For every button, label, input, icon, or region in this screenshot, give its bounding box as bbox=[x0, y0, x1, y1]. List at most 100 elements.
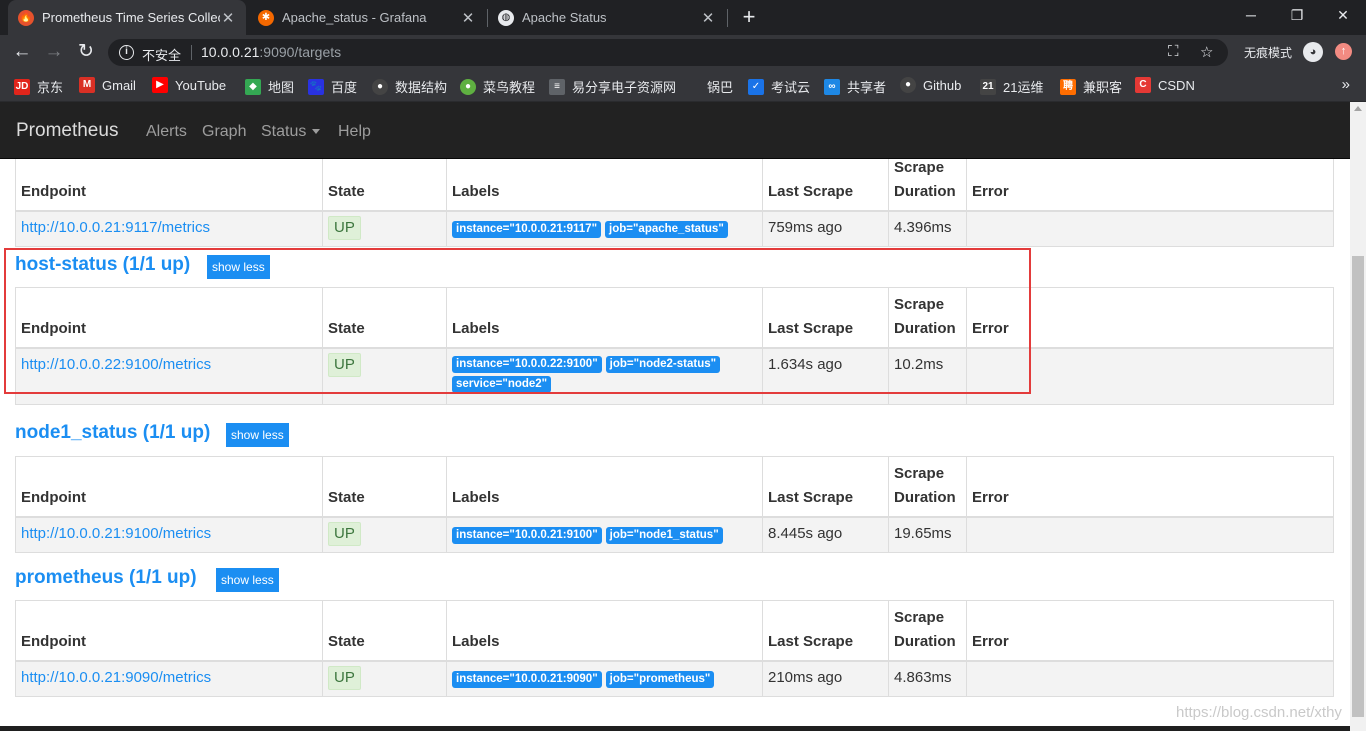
endpoint-cell: http://10.0.0.21:9090/metrics bbox=[15, 660, 323, 697]
error-cell bbox=[966, 516, 1334, 553]
bottom-edge bbox=[0, 726, 1350, 731]
bookmark-maps[interactable]: ◆ 地图 bbox=[245, 77, 294, 96]
bookmark-jianzhike[interactable]: 聘兼职客 bbox=[1060, 77, 1122, 96]
endpoint-link[interactable]: http://10.0.0.21:9090/metrics bbox=[21, 669, 211, 686]
bookmark-gongxiangzhe[interactable]: ∞ 共享者 bbox=[824, 77, 886, 96]
table-row: http://10.0.0.21:9100/metrics UP instanc… bbox=[15, 516, 1334, 553]
bookmark-guoba[interactable]: 锅巴 bbox=[684, 77, 733, 96]
new-tab-button[interactable]: + bbox=[737, 4, 761, 30]
bookmark-csdn[interactable]: C CSDN bbox=[1135, 77, 1195, 93]
tab-apache-status[interactable]: ◍ Apache Status ✕ bbox=[488, 0, 726, 35]
state-cell: UP bbox=[322, 660, 447, 697]
show-less-button[interactable]: show less bbox=[216, 568, 279, 592]
bookmark-star-icon[interactable]: ☆ bbox=[1200, 43, 1213, 61]
bookmark-label: Github bbox=[923, 77, 962, 93]
csdn-icon: C bbox=[1135, 77, 1151, 93]
label-badge: job="node1_status" bbox=[605, 527, 723, 544]
col-endpoint: Endpoint bbox=[15, 600, 323, 662]
maximize-button[interactable]: ❐ bbox=[1274, 0, 1320, 30]
table-row: http://10.0.0.21:9117/metrics UP instanc… bbox=[15, 210, 1334, 247]
security-indicator[interactable]: 不安全 bbox=[142, 45, 181, 64]
runoob-icon: ● bbox=[460, 78, 476, 95]
baidu-icon: 🐾 bbox=[308, 78, 324, 95]
address-divider bbox=[191, 45, 192, 60]
bookmark-jd[interactable]: JD 京东 bbox=[14, 77, 63, 96]
col-state: State bbox=[322, 600, 447, 662]
url-path: :9090/targets bbox=[259, 44, 342, 60]
tab-title: Apache_status - Grafana bbox=[282, 10, 427, 25]
nav-graph[interactable]: Graph bbox=[202, 123, 246, 141]
bookmark-label: 共享者 bbox=[847, 80, 887, 95]
forward-button[interactable]: → bbox=[41, 39, 67, 65]
youtube-icon: ▶ bbox=[152, 77, 168, 93]
translate-icon[interactable]: ⛶ bbox=[1168, 43, 1179, 60]
share-icon: ∞ bbox=[824, 78, 840, 95]
caret-down-icon bbox=[312, 129, 321, 135]
reload-button[interactable]: ↻ bbox=[73, 39, 99, 65]
last-scrape-cell: 210ms ago bbox=[762, 660, 889, 697]
endpoint-link[interactable]: http://10.0.0.21:9100/metrics bbox=[21, 525, 211, 542]
site-info-icon[interactable]: i bbox=[119, 45, 134, 60]
bookmark-runoob[interactable]: ● 菜鸟教程 bbox=[460, 77, 535, 96]
close-window-button[interactable]: ✕ bbox=[1320, 0, 1366, 30]
minimize-button[interactable]: ─ bbox=[1228, 0, 1274, 30]
bookmark-gmail[interactable]: M Gmail bbox=[79, 77, 136, 93]
label-badge: job="apache_status" bbox=[605, 221, 728, 238]
brand-link[interactable]: Prometheus bbox=[16, 120, 118, 142]
state-badge: UP bbox=[328, 522, 361, 546]
job-title-node1-status[interactable]: node1_status (1/1 up) bbox=[15, 422, 210, 444]
bookmark-yifenxiang[interactable]: ≡ 易分享电子资源网 bbox=[549, 77, 676, 96]
col-labels: Labels bbox=[446, 287, 763, 349]
bookmark-kaoshiyun[interactable]: ✓ 考试云 bbox=[748, 77, 810, 96]
nav-status[interactable]: Status bbox=[261, 123, 321, 141]
show-less-button[interactable]: show less bbox=[226, 423, 289, 447]
maps-icon: ◆ bbox=[245, 78, 261, 95]
col-endpoint: Endpoint bbox=[15, 150, 323, 212]
table-header-row: Endpoint State Labels Last Scrape Scrape… bbox=[15, 287, 1334, 349]
address-bar[interactable]: i 不安全 10.0.0.21:9090/targets ⛶ ☆ bbox=[108, 39, 1228, 66]
endpoint-cell: http://10.0.0.21:9100/metrics bbox=[15, 516, 323, 553]
tab-grafana[interactable]: ✱ Apache_status - Grafana ✕ bbox=[248, 0, 486, 35]
nav-alerts[interactable]: Alerts bbox=[146, 123, 187, 141]
bookmark-youtube[interactable]: ▶ YouTube bbox=[152, 77, 226, 93]
endpoint-cell: http://10.0.0.21:9117/metrics bbox=[15, 210, 323, 247]
update-icon[interactable]: ↑ bbox=[1335, 43, 1352, 60]
bookmarks-overflow-icon[interactable]: » bbox=[1342, 76, 1350, 93]
nav-help[interactable]: Help bbox=[338, 123, 371, 141]
github-icon: ● bbox=[372, 78, 388, 95]
endpoint-link[interactable]: http://10.0.0.21:9117/metrics bbox=[21, 219, 210, 236]
kaoshiyun-icon: ✓ bbox=[748, 78, 764, 95]
tab-title: Prometheus Time Series Collection bbox=[42, 10, 220, 25]
col-state: State bbox=[322, 456, 447, 518]
endpoint-link[interactable]: http://10.0.0.22:9100/metrics bbox=[21, 356, 211, 373]
job-title-prometheus[interactable]: prometheus (1/1 up) bbox=[15, 567, 197, 589]
incognito-label[interactable]: 无痕模式 bbox=[1244, 44, 1292, 61]
close-tab-icon[interactable]: ✕ bbox=[460, 9, 476, 27]
col-error: Error bbox=[966, 456, 1334, 518]
close-tab-icon[interactable]: ✕ bbox=[700, 9, 716, 27]
col-scrape-line1: Scrape bbox=[894, 159, 945, 176]
bookmark-github[interactable]: ● Github bbox=[900, 77, 961, 93]
close-tab-icon[interactable]: ✕ bbox=[220, 9, 236, 27]
show-less-button[interactable]: show less bbox=[207, 255, 270, 279]
bookmark-label: 锅巴 bbox=[707, 80, 734, 95]
table-header-row: Endpoint State Labels Last Scrape Scrape… bbox=[15, 600, 1334, 662]
col-scrape-line1: Scrape bbox=[894, 465, 945, 482]
label-badge: instance="10.0.0.22:9100" bbox=[452, 356, 602, 373]
endpoint-cell: http://10.0.0.22:9100/metrics bbox=[15, 347, 323, 405]
bookmark-data-structures[interactable]: ● 数据结构 bbox=[372, 77, 447, 96]
scroll-up-arrow-icon[interactable] bbox=[1354, 106, 1362, 111]
incognito-icon[interactable]: ◕ bbox=[1303, 42, 1323, 62]
tab-prometheus[interactable]: 🔥 Prometheus Time Series Collection ✕ bbox=[8, 0, 246, 35]
state-cell: UP bbox=[322, 347, 447, 405]
back-button[interactable]: ← bbox=[9, 39, 35, 65]
col-scrape-duration: Scrape Duration bbox=[888, 600, 967, 662]
job-title-host-status[interactable]: host-status (1/1 up) bbox=[15, 254, 190, 276]
col-scrape-line2: Duration bbox=[894, 320, 956, 337]
scrollbar-thumb[interactable] bbox=[1352, 256, 1364, 717]
url-text[interactable]: 10.0.0.21:9090/targets bbox=[201, 44, 341, 60]
state-cell: UP bbox=[322, 516, 447, 553]
bookmark-baidu[interactable]: 🐾 百度 bbox=[308, 77, 357, 96]
bookmark-21yunwei[interactable]: 21 21运维 bbox=[980, 77, 1043, 96]
bookmark-label: YouTube bbox=[175, 77, 227, 93]
